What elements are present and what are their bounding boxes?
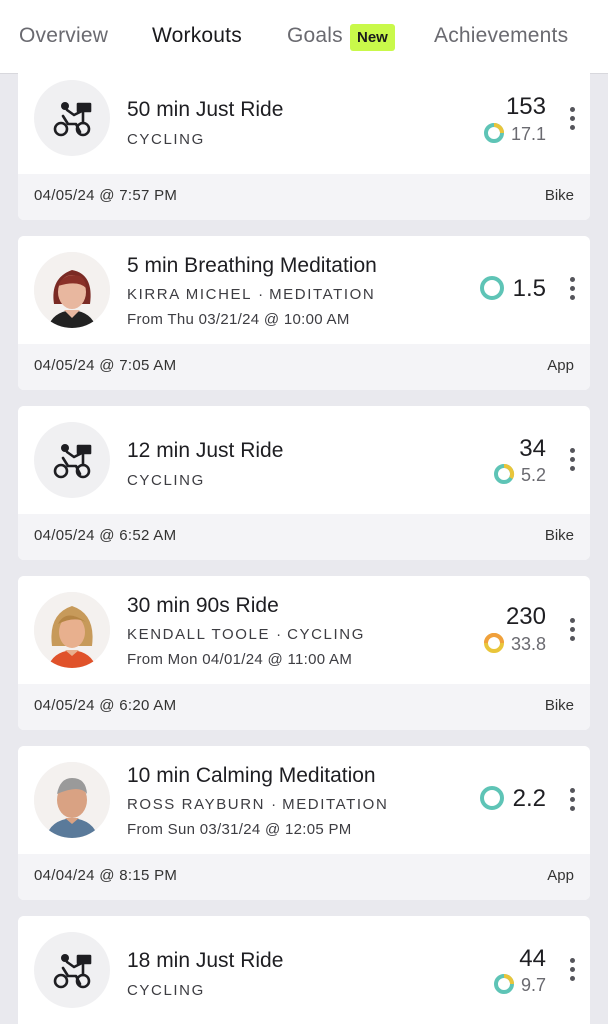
strain-score: 1.5 [479,275,546,303]
workout-category: CYCLING [287,626,365,643]
tab-goals[interactable]: Goals [287,24,343,48]
more-options-icon[interactable] [568,107,576,134]
output-value: 34 [519,435,546,462]
instructor-avatar [34,762,110,838]
strain-score: 33.8 [483,632,546,655]
strain-ring-icon [483,123,504,143]
workout-date: 04/05/24 @ 6:52 AM [34,527,177,544]
workout-title: 30 min 90s Ride [127,594,279,617]
workout-category: MEDITATION [269,286,376,303]
strain-value: 9.7 [520,975,546,995]
workout-category: CYCLING [127,982,205,999]
strain-ring-icon [479,276,504,300]
workout-title: 10 min Calming Meditation [127,764,376,787]
more-options-icon[interactable] [568,277,576,304]
strain-score: 9.7 [493,973,546,996]
workout-meta: KENDALL TOOLE · CYCLING [127,626,365,643]
new-badge: New [350,24,395,51]
strain-ring-icon [483,633,504,653]
output-value: 153 [505,93,546,120]
strain-value: 2.2 [512,785,546,812]
more-options-icon[interactable] [568,788,576,815]
workout-source: Bike [544,187,574,204]
workout-source: App [547,357,574,374]
scheduled-time: From Mon 04/01/24 @ 11:00 AM [127,651,353,668]
bike-icon [34,80,110,156]
workout-title: 18 min Just Ride [127,949,284,972]
strain-ring-icon [493,974,514,994]
bike-icon [34,422,110,498]
workout-card[interactable]: 18 min Just Ride CYCLING 44 9.7 [18,916,590,1024]
tab-achievements[interactable]: Achievements [434,24,568,48]
workout-title: 12 min Just Ride [127,439,284,462]
more-options-icon[interactable] [568,958,576,985]
tab-overview[interactable]: Overview [19,24,108,48]
tab-workouts[interactable]: Workouts [152,24,242,48]
workout-meta: KIRRA MICHEL · MEDITATION [127,286,376,303]
output-value: 230 [505,603,546,630]
output-value: 44 [519,945,546,972]
strain-ring-icon [479,786,504,810]
card-footer: 04/05/24 @ 6:20 AM Bike [18,684,590,730]
scheduled-time: From Sun 03/31/24 @ 12:05 PM [127,821,352,838]
workout-card[interactable]: 10 min Calming Meditation ROSS RAYBURN · M… [18,746,590,900]
workout-card[interactable]: 5 min Breathing Meditation KIRRA MICHEL ·… [18,236,590,390]
bike-icon [34,932,110,1008]
more-options-icon[interactable] [568,618,576,645]
strain-value: 5.2 [520,465,546,485]
workout-card[interactable]: 30 min 90s Ride KENDALL TOOLE · CYCLING Fr… [18,576,590,730]
strain-ring-icon [493,463,515,484]
card-footer: 04/04/24 @ 8:15 PM App [18,854,590,900]
strain-score: 2.2 [479,785,546,813]
strain-value: 1.5 [512,275,546,302]
workout-date: 04/04/24 @ 8:15 PM [34,867,178,884]
workout-card[interactable]: 12 min Just Ride CYCLING 34 5.2 04/05/24… [18,406,590,560]
strain-value: 33.8 [510,634,546,654]
workout-category: CYCLING [127,131,205,148]
more-options-icon[interactable] [568,448,576,475]
workout-date: 04/05/24 @ 7:05 AM [34,357,177,374]
instructor-avatar [34,252,110,328]
card-footer: 04/05/24 @ 7:05 AM App [18,344,590,390]
workout-source: Bike [544,527,574,544]
card-footer: 04/05/24 @ 7:57 PM Bike [18,174,590,220]
instructor-avatar [34,592,110,668]
workout-date: 04/05/24 @ 6:20 AM [34,697,177,714]
workout-card[interactable]: 50 min Just Ride CYCLING 153 17.1 04/05/… [18,66,590,220]
workout-category: MEDITATION [282,796,389,813]
card-footer: 04/05/24 @ 6:52 AM Bike [18,514,590,560]
workout-category: CYCLING [127,472,205,489]
instructor-name: KENDALL TOOLE [127,626,271,643]
workout-title: 5 min Breathing Meditation [127,254,377,277]
scheduled-time: From Thu 03/21/24 @ 10:00 AM [127,311,350,328]
strain-value: 17.1 [510,124,546,144]
tab-bar: Overview Workouts Goals New Achievements [0,0,608,74]
workout-source: App [547,867,574,884]
workout-meta: ROSS RAYBURN · MEDITATION [127,796,389,813]
instructor-name: KIRRA MICHEL [127,286,253,303]
workout-source: Bike [544,697,574,714]
strain-score: 5.2 [493,463,546,486]
strain-score: 17.1 [483,122,546,145]
workout-title: 50 min Just Ride [127,98,284,121]
workout-date: 04/05/24 @ 7:57 PM [34,187,178,204]
instructor-name: ROSS RAYBURN [127,796,266,813]
